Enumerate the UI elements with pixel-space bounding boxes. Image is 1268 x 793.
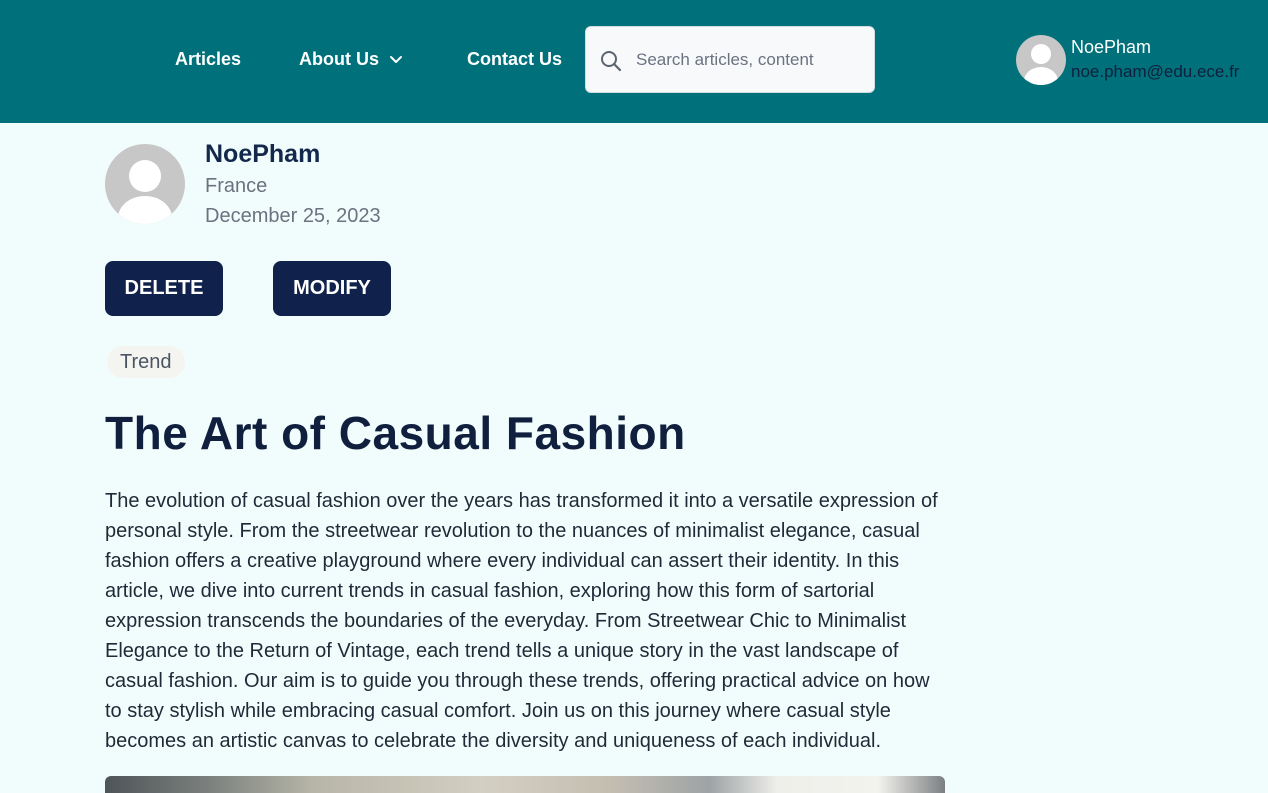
modify-button[interactable]: MODIFY — [273, 261, 391, 316]
article-title: The Art of Casual Fashion — [105, 407, 686, 459]
author-country: France — [205, 175, 268, 197]
nav-articles-link[interactable]: Articles — [175, 48, 241, 70]
search-box[interactable] — [585, 26, 875, 93]
chevron-down-icon — [390, 56, 402, 63]
nav-about-label: About Us — [299, 49, 379, 69]
article-image — [105, 776, 945, 793]
nav-about-dropdown[interactable]: About Us — [299, 48, 403, 70]
publish-date: December 25, 2023 — [205, 205, 381, 227]
category-tag: Trend — [107, 346, 185, 378]
user-avatar[interactable] — [1016, 35, 1066, 85]
user-email: noe.pham@edu.ece.fr — [1071, 62, 1240, 81]
article-body: The evolution of casual fashion over the… — [105, 490, 938, 752]
user-name: NoePham — [1071, 37, 1152, 57]
delete-button[interactable]: DELETE — [105, 261, 223, 316]
user-avatar-icon — [118, 160, 172, 224]
search-input[interactable] — [636, 47, 866, 73]
search-icon — [601, 51, 622, 72]
author-avatar — [105, 144, 185, 224]
user-avatar-icon — [1024, 44, 1058, 85]
nav-contact-link[interactable]: Contact Us — [467, 48, 562, 70]
top-navigation-bar: Articles About Us Contact Us NoePham noe… — [0, 0, 1268, 123]
author-name: NoePham — [205, 140, 321, 168]
